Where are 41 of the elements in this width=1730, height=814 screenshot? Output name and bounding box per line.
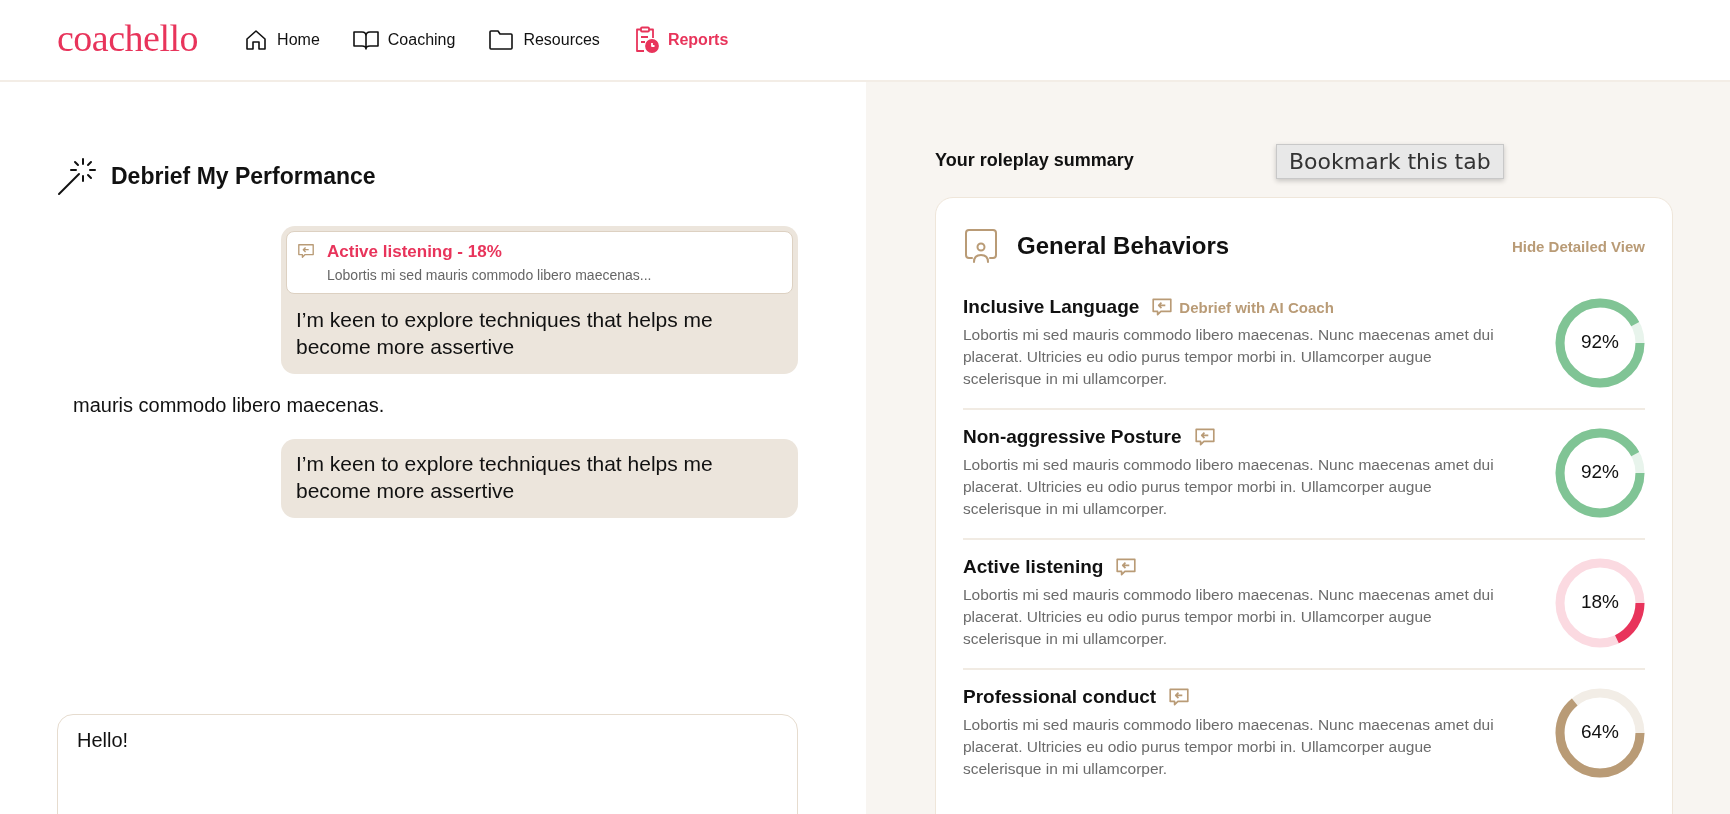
percent-reading: 18% (1580, 591, 1620, 613)
chat-arrow-icon (1151, 296, 1174, 318)
message-text: I’m keen to explore techniques that helps me become more assertive (295, 451, 714, 504)
chat-arrow-icon (1193, 426, 1216, 448)
book-icon (352, 28, 379, 52)
nav-tab[interactable]: Reports (632, 26, 729, 54)
summary-heading: Your roleplay summary (935, 150, 1134, 171)
behavior-name: Professional conduct (963, 686, 1157, 708)
debrief-button[interactable] (1168, 686, 1191, 708)
nav-tab[interactable]: Coaching (352, 26, 456, 54)
tooltip: Bookmark this tab (1276, 144, 1504, 179)
behavior-description: Lobortis mi sed mauris commodo libero maecenas. Nunc maecenas amet dui placerat. Ultricies eu odio purus tempor morbi in. Ullamcorper augue scelerisque in mi ullamcorper. (963, 585, 1495, 649)
quoted-feedback-card[interactable]: Active listening - 18% Lobortis mi sed mauris commodo libero maecenas... (286, 231, 793, 294)
debrief-button[interactable] (1193, 426, 1216, 448)
debrief-button[interactable] (1115, 556, 1138, 578)
quote-text: Lobortis mi sed mauris commodo libero maecenas... (327, 267, 652, 283)
behavior-name: Active listening (963, 556, 1104, 578)
percent-reading: 92% (1580, 331, 1620, 353)
chat-arrow-icon (1115, 556, 1138, 578)
behavior-description: Lobortis mi sed mauris commodo libero maecenas. Nunc maecenas amet dui placerat. Ultricies eu odio purus tempor morbi in. Ullamcorper augue scelerisque in mi ullamcorper. (963, 325, 1495, 389)
magic-wand-icon (57, 156, 97, 196)
chat-arrow-icon (1168, 686, 1191, 708)
nav-tab[interactable]: Home (244, 26, 320, 54)
chat-arrow-icon (297, 242, 315, 260)
home-icon (244, 28, 269, 52)
behavior-name: Non-aggressive Posture (963, 426, 1182, 448)
folder-icon (488, 29, 515, 51)
card-title: General Behaviors (1017, 232, 1231, 260)
nav-tab[interactable]: Resources (488, 26, 600, 54)
coach-message: mauris commodo libero maecenas. (72, 393, 386, 418)
percent-reading: 64% (1580, 721, 1620, 743)
quote-title: Active listening - 18% (327, 242, 503, 262)
percent-reading: 92% (1580, 461, 1620, 483)
panel-title: Debrief My Performance (111, 162, 376, 190)
behavior-description: Lobortis mi sed mauris commodo libero maecenas. Nunc maecenas amet dui placerat. Ultricies eu odio purus tempor morbi in. Ullamcorper augue scelerisque in mi ullamcorper. (963, 455, 1495, 519)
logo: coachello (57, 16, 199, 60)
message-text: I’m keen to explore techniques that helps me become more assertive (295, 307, 714, 360)
person-screen-icon (963, 228, 999, 264)
behavior-name: Inclusive Language (963, 296, 1140, 318)
message-input[interactable]: Hello! (57, 714, 798, 814)
behavior-description: Lobortis mi sed mauris commodo libero maecenas. Nunc maecenas amet dui placerat. Ultricies eu odio purus tempor morbi in. Ullamcorper augue scelerisque in mi ullamcorper. (963, 715, 1495, 779)
